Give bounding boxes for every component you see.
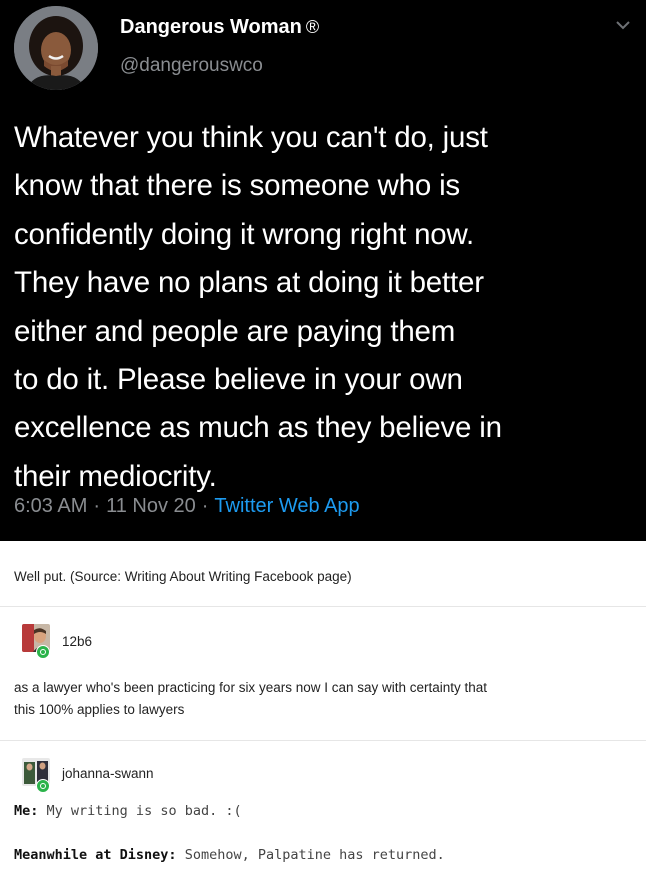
follow-badge-icon[interactable]: [36, 645, 50, 659]
tweet-text-line: confidently doing it wrong right now.: [14, 217, 474, 251]
source-app-link[interactable]: Twitter Web App: [214, 495, 359, 517]
user-handle[interactable]: @dangerouswco: [120, 55, 263, 77]
tweet-text-line: their mediocrity.: [14, 459, 217, 493]
separator-dot: ·: [201, 495, 209, 517]
dialogue-text: Somehow, Palpatine has returned.: [184, 847, 445, 863]
separator-dot: ·: [93, 495, 101, 517]
tweet-text-line: excellence as much as they believe in: [14, 411, 502, 445]
display-name-text[interactable]: Dangerous Woman: [120, 16, 302, 38]
tweet-text-line: They have no plans at doing it better: [14, 266, 484, 300]
registered-mark: ®: [305, 17, 320, 37]
tweet-text-line: Whatever you think you can't do, just: [14, 121, 488, 154]
tweet-text-line: know that there is someone who is: [14, 169, 460, 203]
tweet-card: Dangerous Woman ® @dangerouswco Whatever …: [0, 0, 646, 541]
reblog-username[interactable]: 12b6: [62, 634, 92, 649]
post-caption: Well put. (Source: Writing About Writing…: [14, 569, 352, 584]
divider: [0, 606, 646, 607]
divider: [0, 740, 646, 741]
reblog-text-line: this 100% applies to lawyers: [14, 702, 185, 717]
dialogue-line: Meanwhile at Disney: Somehow, Palpatine …: [14, 847, 445, 863]
tweet-text: Whatever you think you can't do, just kn…: [14, 114, 634, 501]
tweet-time[interactable]: 6:03 AM: [14, 495, 87, 517]
profile-avatar[interactable]: [14, 6, 98, 90]
follow-badge-icon[interactable]: [36, 779, 50, 793]
reblog-text-line: as a lawyer who's been practicing for si…: [14, 680, 488, 695]
dialogue-speaker: Me:: [14, 803, 39, 819]
display-name[interactable]: Dangerous Woman ®: [120, 16, 319, 39]
tweet-metadata: 6:03 AM · 11 Nov 20 · Twitter Web App: [14, 495, 360, 518]
dialogue-text: My writing is so bad. :(: [46, 803, 242, 819]
reblog-username[interactable]: johanna-swann: [62, 766, 154, 781]
tweet-date[interactable]: 11 Nov 20: [106, 495, 196, 517]
dialogue-speaker: Meanwhile at Disney:: [14, 847, 177, 863]
tweet-text-line: either and people are paying them: [14, 314, 456, 348]
chevron-down-icon[interactable]: [614, 18, 632, 32]
tweet-text-line: to do it. Please believe in your own: [14, 363, 463, 397]
dialogue-line: Me: My writing is so bad. :(: [14, 803, 242, 819]
reblog-text: as a lawyer who's been practicing for si…: [14, 677, 634, 721]
